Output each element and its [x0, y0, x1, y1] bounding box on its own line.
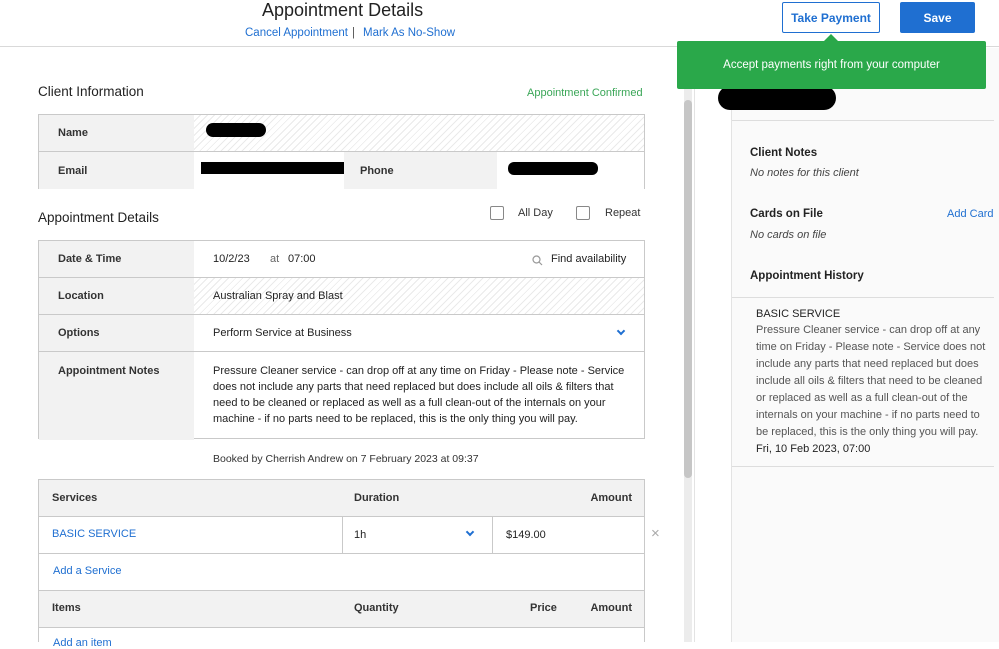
history-entry[interactable]: BASIC SERVICE Pressure Cleaner service -…: [756, 308, 991, 458]
appointment-details-title: Appointment Details: [38, 210, 159, 225]
location-row: Location Australian Spray and Blast: [39, 278, 644, 315]
cards-value: No cards on file: [750, 229, 827, 241]
services-header: Services: [52, 492, 98, 504]
date-field[interactable]: 10/2/23: [213, 253, 250, 265]
location-label: Location: [39, 278, 194, 314]
location-value: Australian Spray and Blast: [213, 290, 343, 302]
save-button[interactable]: Save: [900, 2, 975, 33]
price-header: Price: [530, 602, 557, 614]
all-day-label: All Day: [518, 207, 553, 219]
add-service-row: Add a Service: [39, 554, 644, 591]
chevron-down-icon: [465, 527, 475, 537]
notes-row: Appointment Notes Pressure Cleaner servi…: [39, 352, 644, 440]
all-day-checkbox[interactable]: [490, 206, 504, 220]
divider: [732, 297, 994, 298]
cards-on-file-title: Cards on File: [750, 208, 823, 220]
add-card-link[interactable]: Add Card: [947, 208, 993, 220]
items-amount-header: Amount: [590, 602, 632, 614]
client-info-table: Name Email Phone: [38, 114, 645, 189]
phone-label: Phone: [344, 152, 497, 189]
duration-header: Duration: [354, 492, 400, 504]
options-value: Perform Service at Business: [213, 327, 352, 339]
cancel-appointment-link[interactable]: Cancel Appointment: [245, 27, 348, 39]
client-sidebar: Client Notes No notes for this client Ca…: [718, 48, 999, 642]
name-row: Name: [39, 115, 644, 152]
appointment-status: Appointment Confirmed: [527, 87, 643, 99]
services-table: Services Duration Amount BASIC SERVICE 1…: [38, 479, 645, 649]
remove-service-icon[interactable]: ×: [651, 525, 660, 542]
appointment-details-table: Date & Time 10/2/23 at 07:00 Find availa…: [38, 240, 645, 440]
payment-toast: Accept payments right from your computer: [677, 41, 986, 89]
email-field[interactable]: [194, 152, 347, 189]
redacted-email: [201, 162, 347, 174]
booked-by-text: Booked by Cherrish Andrew on 7 February …: [213, 453, 479, 465]
mark-no-show-link[interactable]: Mark As No-Show: [363, 27, 455, 39]
repeat-label: Repeat: [605, 207, 641, 219]
appointment-history-title: Appointment History: [750, 270, 864, 282]
amount-header: Amount: [590, 492, 632, 504]
quantity-header: Quantity: [354, 602, 399, 614]
notes-label: Appointment Notes: [39, 352, 194, 440]
appointment-notes-field[interactable]: Pressure Cleaner service - can drop off …: [213, 363, 633, 427]
email-label: Email: [39, 152, 194, 189]
options-label: Options: [39, 315, 194, 351]
duration-select[interactable]: 1h: [342, 517, 493, 553]
history-date: Fri, 10 Feb 2023, 07:00: [756, 443, 871, 455]
redacted-name: [206, 123, 266, 137]
duration-value: 1h: [354, 529, 367, 541]
history-description: Pressure Cleaner service - can drop off …: [756, 324, 986, 438]
divider: [732, 120, 994, 121]
date-time-row: Date & Time 10/2/23 at 07:00 Find availa…: [39, 241, 644, 278]
date-time-label: Date & Time: [39, 241, 194, 277]
add-service-link[interactable]: Add a Service: [53, 565, 121, 577]
repeat-checkbox[interactable]: [576, 206, 590, 220]
page-title: Appointment Details: [262, 0, 424, 20]
divider: [694, 48, 695, 642]
service-name-link[interactable]: BASIC SERVICE: [52, 528, 136, 540]
redacted-client-name: [718, 86, 836, 110]
scrollbar-thumb[interactable]: [684, 100, 692, 478]
options-select[interactable]: Perform Service at Business: [194, 315, 644, 351]
client-information-title: Client Information: [38, 84, 144, 99]
client-notes-title: Client Notes: [750, 147, 818, 159]
location-field: Australian Spray and Blast: [194, 278, 644, 314]
phone-field[interactable]: [497, 152, 644, 189]
time-field[interactable]: 07:00: [288, 253, 316, 265]
take-payment-button[interactable]: Take Payment: [782, 2, 880, 33]
history-service: BASIC SERVICE: [756, 308, 841, 320]
amount-field[interactable]: $149.00: [506, 529, 546, 541]
client-notes-value: No notes for this client: [750, 167, 859, 179]
name-label: Name: [39, 115, 194, 151]
options-row: Options Perform Service at Business: [39, 315, 644, 352]
header-bar: Appointment Details Cancel Appointment |…: [0, 0, 999, 47]
services-header-row: Services Duration Amount: [39, 480, 644, 517]
items-header: Items: [52, 602, 81, 614]
items-header-row: Items Quantity Price Amount: [39, 591, 644, 628]
search-icon: [532, 253, 543, 266]
add-item-link[interactable]: Add an item: [53, 637, 112, 649]
email-row: Email Phone: [39, 152, 644, 189]
header-separator: |: [352, 27, 355, 39]
chevron-down-icon: [616, 326, 626, 336]
find-availability-link[interactable]: Find availability: [551, 253, 626, 265]
at-label: at: [270, 253, 280, 265]
redacted-phone: [508, 162, 598, 175]
service-row: BASIC SERVICE 1h $149.00: [39, 517, 644, 554]
divider: [732, 466, 994, 467]
name-field[interactable]: [194, 115, 644, 151]
